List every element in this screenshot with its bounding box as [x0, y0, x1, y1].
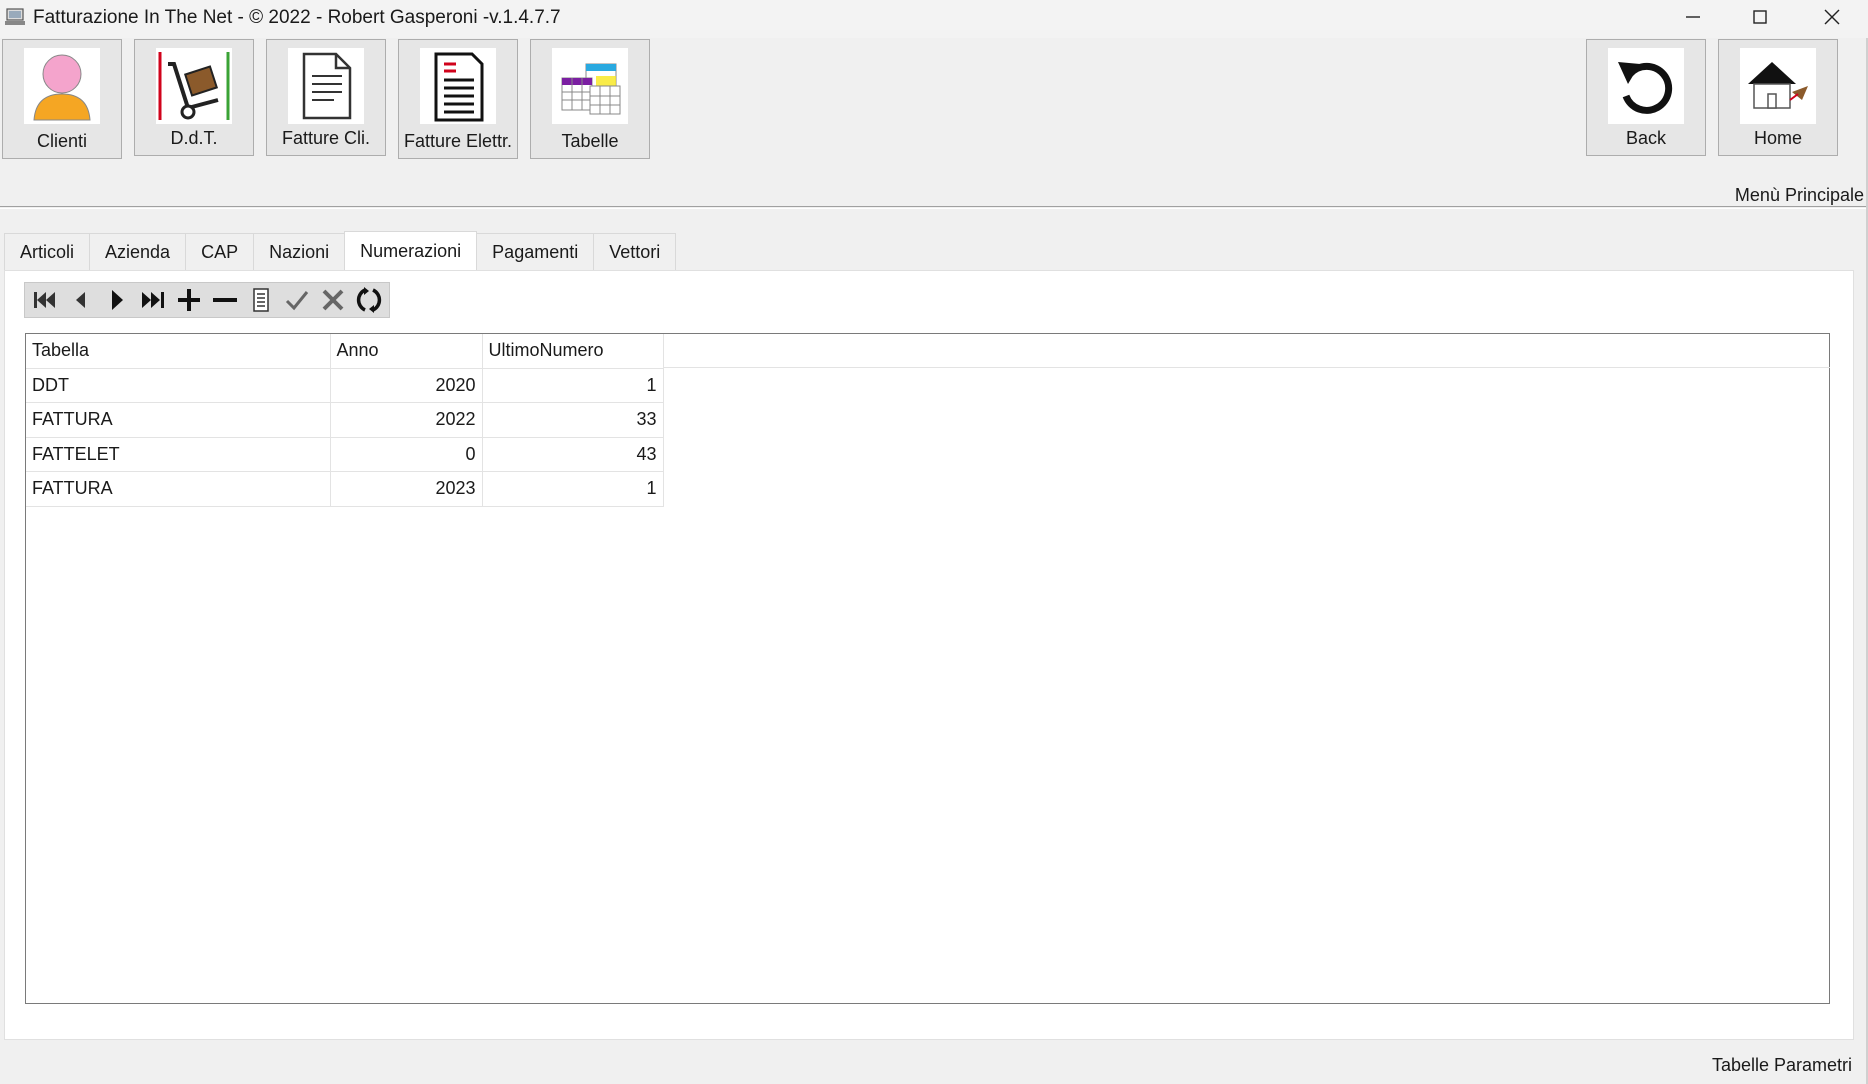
table-row[interactable]: FATTURA 2022 33	[26, 402, 664, 438]
hand-truck-icon	[156, 48, 232, 124]
back-label: Back	[1625, 128, 1667, 148]
cancel-record-button[interactable]	[315, 283, 351, 317]
table-row[interactable]: FATTURA 2023 1	[26, 471, 664, 507]
cell-anno[interactable]: 2022	[330, 402, 483, 438]
maximize-button[interactable]	[1727, 0, 1793, 34]
separator-highlight	[0, 208, 1866, 209]
cell-tabella[interactable]: FATTURA	[26, 471, 331, 507]
cancel-icon	[322, 289, 344, 311]
cell-tabella[interactable]: FATTURA	[26, 402, 331, 438]
last-record-button[interactable]	[135, 283, 171, 317]
status-text: Tabelle Parametri	[1711, 1055, 1852, 1075]
minimize-icon	[1686, 16, 1700, 18]
cell-ultimonumero[interactable]: 33	[482, 402, 664, 438]
home-icon	[1740, 48, 1816, 124]
person-icon	[24, 48, 100, 124]
data-table: Tabella Anno UltimoNumero DDT 2020 1 FAT…	[26, 334, 664, 507]
minimize-button[interactable]	[1660, 0, 1726, 34]
title-bar: Fatturazione In The Net - © 2022 - Rober…	[0, 0, 1868, 38]
next-record-button[interactable]	[99, 283, 135, 317]
tab-bar: Articoli Azienda CAP Nazioni Numerazioni…	[4, 231, 677, 271]
home-label: Home	[1753, 128, 1802, 148]
prior-record-button[interactable]	[63, 283, 99, 317]
column-header-ultimonumero[interactable]: UltimoNumero	[482, 334, 664, 369]
electronic-invoice-icon	[420, 48, 496, 124]
back-button[interactable]: Back	[1586, 39, 1706, 156]
numerazioni-grid[interactable]: Tabella Anno UltimoNumero DDT 2020 1 FAT…	[25, 333, 1830, 1004]
cell-anno[interactable]: 2023	[330, 471, 483, 507]
tab-vettori[interactable]: Vettori	[593, 233, 677, 271]
fatture-elettr-label: Fatture Elettr.	[403, 131, 513, 151]
home-button[interactable]: Home	[1718, 39, 1838, 156]
post-icon	[285, 291, 309, 311]
post-record-button[interactable]	[279, 283, 315, 317]
header-filler	[663, 334, 1830, 368]
window-title: Fatturazione In The Net - © 2022 - Rober…	[33, 7, 561, 28]
tab-azienda[interactable]: Azienda	[89, 233, 187, 271]
edit-icon	[253, 288, 269, 312]
cell-ultimonumero[interactable]: 43	[482, 437, 664, 472]
clienti-label: Clienti	[36, 131, 88, 151]
cell-ultimonumero[interactable]: 1	[482, 471, 664, 507]
tab-cap[interactable]: CAP	[185, 233, 255, 271]
maximize-icon	[1753, 10, 1767, 24]
record-navigator	[24, 282, 390, 318]
menu-label: Menù Principale	[1734, 185, 1864, 205]
tab-numerazioni[interactable]: Numerazioni	[344, 231, 478, 271]
tab-articoli[interactable]: Articoli	[4, 233, 91, 271]
fatture-elettr-button[interactable]: Fatture Elettr.	[398, 39, 518, 159]
fatture-cli-button[interactable]: Fatture Cli.	[266, 39, 386, 156]
status-bar	[0, 1040, 1866, 1084]
tabelle-button[interactable]: Tabelle	[530, 39, 650, 159]
document-icon	[288, 48, 364, 124]
fatture-cli-label: Fatture Cli.	[281, 128, 371, 148]
next-record-icon	[112, 290, 123, 310]
prior-record-icon	[76, 292, 85, 308]
edit-record-button[interactable]	[243, 283, 279, 317]
insert-icon	[178, 289, 200, 311]
refresh-button[interactable]	[351, 283, 387, 317]
last-record-icon	[142, 292, 164, 308]
tables-icon	[552, 48, 628, 124]
delete-icon	[213, 298, 237, 302]
delete-record-button[interactable]	[207, 283, 243, 317]
clienti-button[interactable]: Clienti	[2, 39, 122, 159]
app-window: Fatturazione In The Net - © 2022 - Rober…	[0, 0, 1868, 1084]
cell-ultimonumero[interactable]: 1	[482, 368, 664, 403]
refresh-icon	[356, 287, 382, 313]
table-row[interactable]: DDT 2020 1	[26, 368, 664, 403]
table-row[interactable]: FATTELET 0 43	[26, 437, 664, 472]
separator	[0, 206, 1866, 207]
cell-tabella[interactable]: DDT	[26, 368, 331, 403]
app-icon	[5, 8, 25, 25]
column-header-anno[interactable]: Anno	[330, 334, 483, 369]
cell-anno[interactable]: 0	[330, 437, 483, 472]
table-header-row: Tabella Anno UltimoNumero	[26, 334, 664, 369]
tab-nazioni[interactable]: Nazioni	[253, 233, 346, 271]
close-icon	[1824, 9, 1840, 25]
ddt-label: D.d.T.	[170, 128, 218, 148]
tabelle-label: Tabelle	[561, 131, 619, 151]
column-header-tabella[interactable]: Tabella	[26, 334, 331, 369]
tab-pagamenti[interactable]: Pagamenti	[476, 233, 595, 271]
back-arrow-icon	[1608, 48, 1684, 124]
cell-anno[interactable]: 2020	[330, 368, 483, 403]
first-record-button[interactable]	[27, 283, 63, 317]
cell-tabella[interactable]: FATTELET	[26, 437, 331, 472]
ddt-button[interactable]: D.d.T.	[134, 39, 254, 156]
close-button[interactable]	[1799, 0, 1865, 34]
insert-record-button[interactable]	[171, 283, 207, 317]
first-record-icon	[34, 292, 55, 308]
